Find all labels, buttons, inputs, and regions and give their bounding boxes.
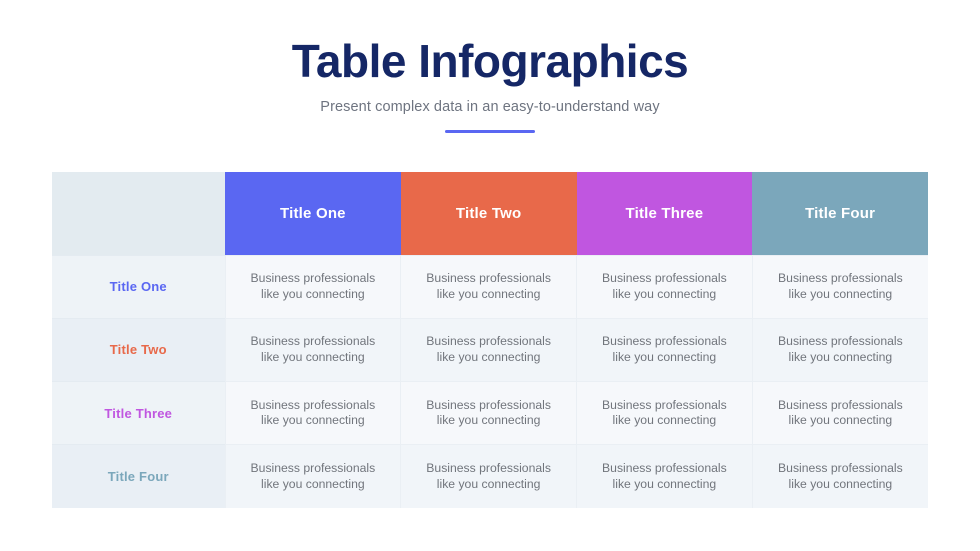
column-header-3[interactable]: Title Three [576, 172, 753, 255]
cell-line-1: Business professionals [602, 397, 727, 412]
table-row: Title Four Business professionals like you… [52, 444, 928, 508]
cell-line-2: like you connecting [612, 413, 717, 428]
cell-line-2: like you connecting [436, 349, 541, 364]
table-cell: Business professionals like you connectin… [751, 444, 928, 508]
table-cell: Business professionals like you connectin… [751, 317, 928, 382]
column-header-1[interactable]: Title One [225, 172, 401, 255]
table-header-row: Title One Title Two Title Three Title Fo… [52, 172, 928, 255]
cell-line-2: like you connecting [436, 413, 541, 428]
cell-line-1: Business professionals [250, 271, 376, 286]
table-cell: Business professionals like you connectin… [224, 317, 401, 382]
slide-canvas: Table Infographics Present complex data … [0, 0, 980, 551]
cell-line-2: like you connecting [788, 413, 893, 428]
cell-line-2: like you connecting [261, 476, 365, 491]
table-cell: Business professionals like you connectin… [576, 380, 753, 445]
column-header-4[interactable]: Title Four [752, 172, 928, 255]
table-header: Title One Title Two Title Three Title Fo… [52, 172, 928, 255]
cell-line-2: like you connecting [261, 286, 365, 301]
cell-line-1: Business professionals [778, 397, 903, 412]
cell-line-2: like you connecting [261, 413, 365, 428]
slide-header: Table Infographics Present complex data … [0, 35, 980, 133]
cell-line-1: Business professionals [426, 271, 551, 286]
row-header-label: Title One [109, 279, 167, 295]
cell-line-1: Business professionals [602, 271, 727, 286]
row-header-label: Title Three [104, 405, 173, 421]
table-container: Title One Title Two Title Three Title Fo… [52, 172, 928, 508]
cell-line-2: like you connecting [436, 476, 541, 491]
column-header-label: Title Two [455, 204, 522, 222]
table-corner-cell [52, 172, 225, 255]
accent-divider [445, 129, 535, 133]
table-row: Title Two Business professionals like you … [52, 317, 928, 382]
cell-line-2: like you connecting [612, 349, 717, 364]
column-header-2[interactable]: Title Two [400, 172, 577, 255]
column-header-label: Title One [280, 204, 346, 222]
cell-line-1: Business professionals [778, 271, 903, 286]
table-cell: Business professionals like you connectin… [576, 444, 753, 508]
cell-line-1: Business professionals [426, 334, 551, 349]
cell-line-1: Business professionals [426, 461, 551, 476]
cell-line-2: like you connecting [788, 286, 893, 301]
table-row: Title Three Business professionals like yo… [52, 380, 928, 445]
table-cell: Business professionals like you connectin… [400, 317, 577, 382]
cell-line-2: like you connecting [612, 286, 717, 301]
table-cell: Business professionals like you connectin… [400, 444, 577, 508]
cell-line-2: like you connecting [436, 286, 541, 301]
cell-line-1: Business professionals [250, 461, 376, 476]
table-cell: Business professionals like you connectin… [576, 317, 753, 382]
page-subtitle: Present complex data in an easy-to-under… [320, 98, 660, 115]
cell-line-1: Business professionals [778, 461, 903, 476]
table-cell: Business professionals like you connectin… [751, 254, 928, 319]
row-header-4[interactable]: Title Four [52, 444, 225, 508]
page-title: Table Infographics [291, 35, 689, 87]
cell-line-2: like you connecting [612, 476, 717, 491]
table-cell: Business professionals like you connectin… [224, 380, 401, 445]
table-cell: Business professionals like you connectin… [224, 254, 401, 319]
cell-line-1: Business professionals [250, 397, 376, 412]
cell-line-1: Business professionals [602, 334, 727, 349]
table-cell: Business professionals like you connectin… [224, 444, 401, 508]
cell-line-2: like you connecting [788, 349, 893, 364]
table-cell: Business professionals like you connectin… [751, 380, 928, 445]
cell-line-2: like you connecting [788, 476, 893, 491]
row-header-label: Title Four [107, 469, 169, 485]
table-row: Title One Business professionals like you … [52, 254, 928, 319]
table-cell: Business professionals like you connectin… [400, 254, 577, 319]
cell-line-1: Business professionals [250, 334, 376, 349]
column-header-label: Title Three [625, 204, 704, 222]
table-body: Title One Business professionals like you … [52, 254, 928, 508]
row-header-3[interactable]: Title Three [52, 380, 225, 445]
cell-line-1: Business professionals [602, 461, 727, 476]
row-header-2[interactable]: Title Two [52, 317, 225, 382]
cell-line-1: Business professionals [426, 397, 551, 412]
row-header-label: Title Two [109, 342, 167, 358]
cell-line-1: Business professionals [778, 334, 903, 349]
cell-line-2: like you connecting [261, 349, 365, 364]
table-cell: Business professionals like you connectin… [576, 254, 753, 319]
table-cell: Business professionals like you connectin… [400, 380, 577, 445]
infographic-table: Title One Title Two Title Three Title Fo… [52, 172, 928, 508]
column-header-label: Title Four [805, 204, 876, 222]
row-header-1[interactable]: Title One [52, 254, 225, 319]
